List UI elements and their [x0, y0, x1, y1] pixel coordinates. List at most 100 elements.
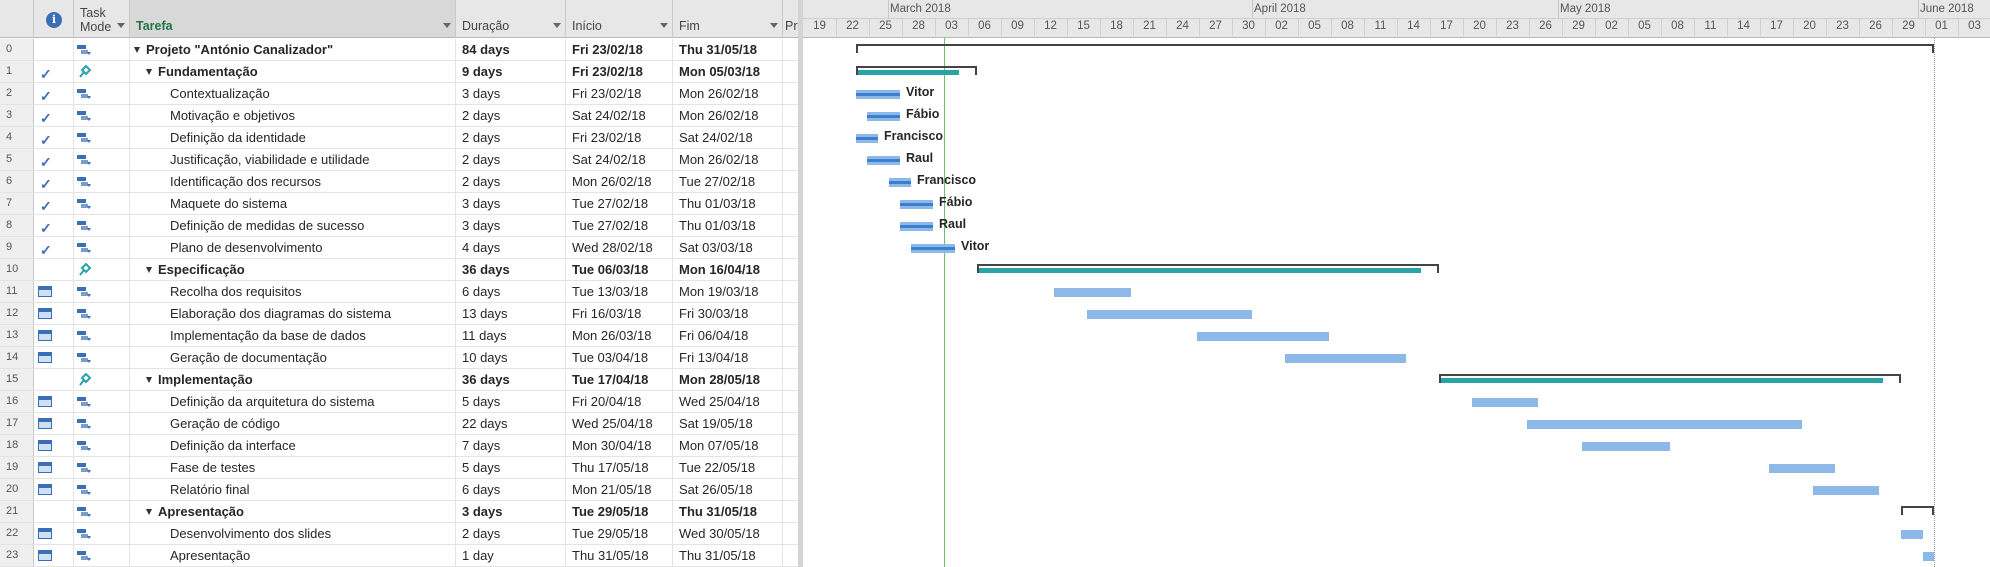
task-finish[interactable]: Sat 03/03/18 [673, 237, 783, 258]
task-finish[interactable]: Mon 07/05/18 [673, 435, 783, 456]
task-start[interactable]: Tue 13/03/18 [566, 281, 673, 302]
row-id[interactable]: 6 [0, 171, 34, 192]
task-bar[interactable] [1285, 354, 1406, 363]
task-name-cell[interactable]: Elaboração dos diagramas do sistema [130, 303, 456, 324]
table-row[interactable]: 2 ✓ Contextualização 3 days Fri 23/02/18 Mon … [0, 83, 800, 105]
task-duration[interactable]: 2 days [456, 523, 566, 544]
row-id[interactable]: 15 [0, 369, 34, 390]
row-id[interactable]: 20 [0, 479, 34, 500]
task-mode-cell[interactable] [74, 347, 130, 368]
task-mode-cell[interactable] [74, 39, 130, 60]
task-start[interactable]: Mon 21/05/18 [566, 479, 673, 500]
task-name-cell[interactable]: Identificação dos recursos [130, 171, 456, 192]
task-mode-cell[interactable] [74, 457, 130, 478]
task-start[interactable]: Tue 27/02/18 [566, 215, 673, 236]
task-name-cell[interactable]: Implementação da base de dados [130, 325, 456, 346]
task-start[interactable]: Tue 27/02/18 [566, 193, 673, 214]
task-duration[interactable]: 3 days [456, 83, 566, 104]
task-bar[interactable] [1087, 310, 1252, 319]
task-duration[interactable]: 9 days [456, 61, 566, 82]
duration-header[interactable]: Duração [456, 0, 566, 38]
task-mode-cell[interactable] [74, 479, 130, 500]
task-mode-cell[interactable] [74, 413, 130, 434]
collapse-triangle-icon[interactable] [134, 46, 140, 53]
task-mode-cell[interactable] [74, 303, 130, 324]
task-mode-cell[interactable] [74, 171, 130, 192]
table-row[interactable]: 11 Recolha dos requisitos 6 days Tue 13/03/… [0, 281, 800, 303]
table-row[interactable]: 8 ✓ Definição de medidas de sucesso 3 days T… [0, 215, 800, 237]
task-name-cell[interactable]: Definição da arquitetura do sistema [130, 391, 456, 412]
task-duration[interactable]: 5 days [456, 457, 566, 478]
task-start[interactable]: Wed 28/02/18 [566, 237, 673, 258]
collapse-triangle-icon[interactable] [146, 376, 152, 383]
task-mode-cell[interactable] [74, 501, 130, 522]
collapse-triangle-icon[interactable] [146, 508, 152, 515]
task-duration[interactable]: 3 days [456, 501, 566, 522]
table-row[interactable]: 4 ✓ Definição da identidade 2 days Fri 23/02… [0, 127, 800, 149]
task-name-cell[interactable]: Fundamentação [130, 61, 456, 82]
collapse-triangle-icon[interactable] [146, 68, 152, 75]
task-mode-cell[interactable] [74, 61, 130, 82]
task-duration[interactable]: 2 days [456, 149, 566, 170]
task-start[interactable]: Sat 24/02/18 [566, 149, 673, 170]
task-name-cell[interactable]: Contextualização [130, 83, 456, 104]
task-finish[interactable]: Fri 13/04/18 [673, 347, 783, 368]
task-mode-cell[interactable] [74, 435, 130, 456]
table-row[interactable]: 19 Fase de testes 5 days Thu 17/05/18 Tue 22… [0, 457, 800, 479]
task-name-header[interactable]: Tarefa [130, 0, 456, 38]
task-finish[interactable]: Mon 26/02/18 [673, 105, 783, 126]
task-bar[interactable] [1054, 288, 1131, 297]
task-start[interactable]: Wed 25/04/18 [566, 413, 673, 434]
task-bar[interactable] [1769, 464, 1835, 473]
summary-bar[interactable] [856, 66, 977, 68]
task-start[interactable]: Fri 20/04/18 [566, 391, 673, 412]
task-start[interactable]: Tue 29/05/18 [566, 501, 673, 522]
summary-bar[interactable] [1901, 506, 1934, 508]
task-finish[interactable]: Mon 16/04/18 [673, 259, 783, 280]
task-bar[interactable] [889, 178, 911, 187]
task-mode-cell[interactable] [74, 369, 130, 390]
task-duration[interactable]: 2 days [456, 127, 566, 148]
task-bar[interactable] [911, 244, 955, 253]
row-id[interactable]: 18 [0, 435, 34, 456]
row-id[interactable]: 14 [0, 347, 34, 368]
task-name-cell[interactable]: Definição da identidade [130, 127, 456, 148]
task-finish[interactable]: Mon 05/03/18 [673, 61, 783, 82]
task-duration[interactable]: 36 days [456, 259, 566, 280]
task-mode-cell[interactable] [74, 149, 130, 170]
task-finish[interactable]: Thu 31/05/18 [673, 545, 783, 566]
task-start[interactable]: Thu 17/05/18 [566, 457, 673, 478]
row-id[interactable]: 8 [0, 215, 34, 236]
task-finish[interactable]: Mon 28/05/18 [673, 369, 783, 390]
task-bar[interactable] [1527, 420, 1802, 429]
table-row[interactable]: 12 Elaboração dos diagramas do sistema 13 … [0, 303, 800, 325]
task-name-cell[interactable]: Geração de código [130, 413, 456, 434]
table-row[interactable]: 16 Definição da arquitetura do sistema 5 d… [0, 391, 800, 413]
row-id[interactable]: 4 [0, 127, 34, 148]
task-duration[interactable]: 22 days [456, 413, 566, 434]
task-name-cell[interactable]: Definição de medidas de sucesso [130, 215, 456, 236]
row-id[interactable]: 12 [0, 303, 34, 324]
chevron-down-icon[interactable] [117, 23, 125, 28]
chevron-down-icon[interactable] [443, 23, 451, 28]
task-finish[interactable]: Thu 31/05/18 [673, 39, 783, 60]
table-row[interactable]: 20 Relatório final 6 days Mon 21/05/18 Sat 2… [0, 479, 800, 501]
table-row[interactable]: 5 ✓ Justificação, viabilidade e utilidade 2… [0, 149, 800, 171]
task-finish[interactable]: Thu 01/03/18 [673, 215, 783, 236]
task-bar[interactable] [900, 222, 933, 231]
task-duration[interactable]: 1 day [456, 545, 566, 566]
table-row[interactable]: 9 ✓ Plano de desenvolvimento 4 days Wed 28/0… [0, 237, 800, 259]
table-row[interactable]: 3 ✓ Motivação e objetivos 2 days Sat 24/02/1… [0, 105, 800, 127]
task-duration[interactable]: 3 days [456, 193, 566, 214]
task-name-cell[interactable]: Desenvolvimento dos slides [130, 523, 456, 544]
task-bar[interactable] [867, 112, 900, 121]
row-id[interactable]: 0 [0, 39, 34, 60]
task-name-cell[interactable]: Projeto "António Canalizador" [130, 39, 456, 60]
row-id[interactable]: 23 [0, 545, 34, 566]
task-start[interactable]: Fri 23/02/18 [566, 61, 673, 82]
task-start[interactable]: Fri 23/02/18 [566, 39, 673, 60]
summary-bar[interactable] [1439, 374, 1901, 376]
row-id[interactable]: 19 [0, 457, 34, 478]
task-bar[interactable] [856, 134, 878, 143]
task-duration[interactable]: 6 days [456, 281, 566, 302]
